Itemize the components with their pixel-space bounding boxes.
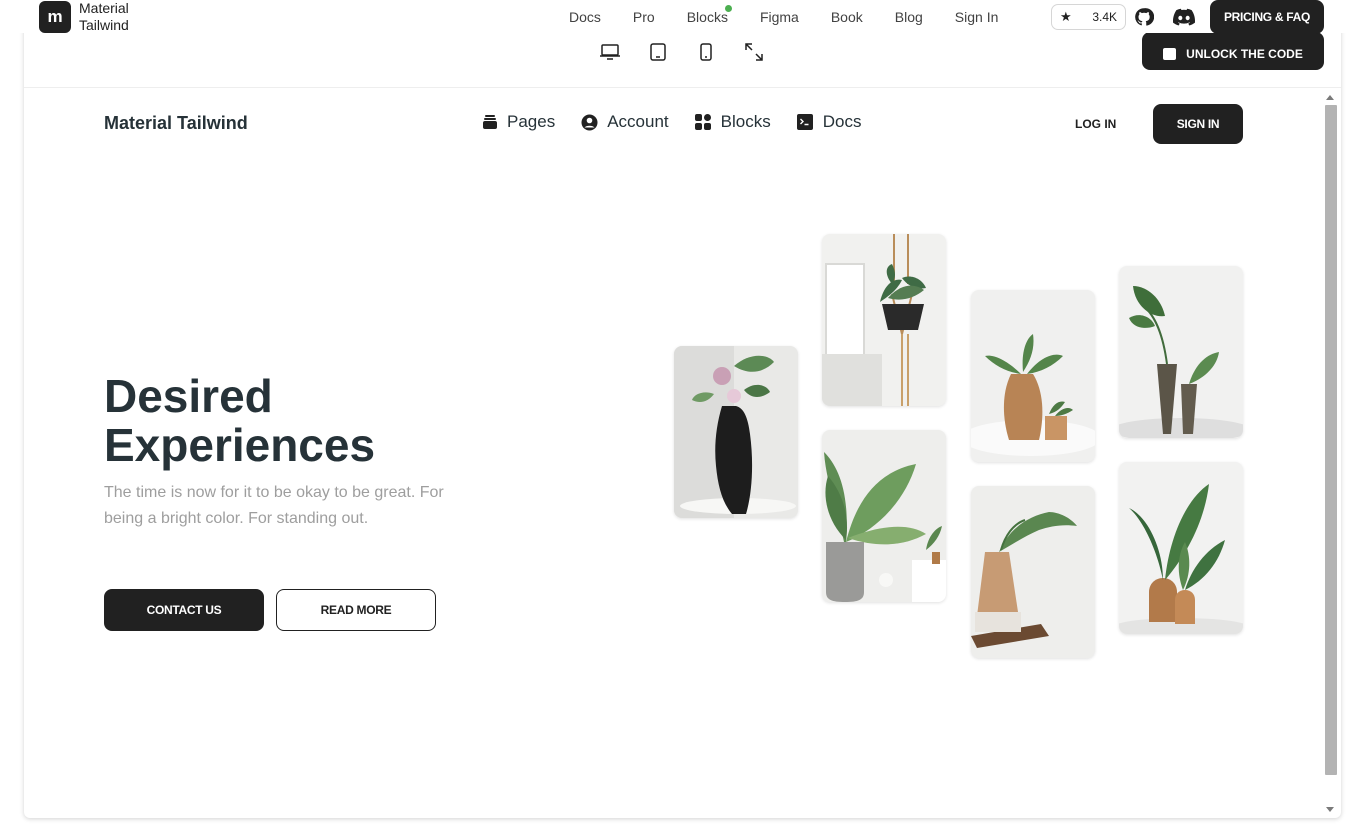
scroll-up-arrow-icon[interactable]	[1326, 95, 1334, 100]
unlock-code-button[interactable]: UNLOCK THE CODE	[1142, 32, 1324, 70]
github-icon[interactable]	[1133, 6, 1155, 28]
gallery-image-monstera	[1119, 266, 1243, 438]
nav-sign-in[interactable]: Sign In	[939, 9, 1015, 25]
fullscreen-icon[interactable]	[743, 42, 765, 62]
gallery-image-bird-of-paradise	[1119, 462, 1243, 634]
user-circle-icon	[581, 114, 598, 131]
discord-icon[interactable]	[1173, 6, 1195, 28]
brand-logo: m	[39, 1, 71, 33]
nav-figma[interactable]: Figma	[744, 9, 815, 25]
contact-us-button[interactable]: CONTACT US	[104, 589, 264, 631]
nav-blocks-label: Blocks	[686, 8, 728, 25]
gallery-image-fern-vase	[971, 486, 1095, 658]
hero-title: Desired Experiences	[104, 370, 376, 471]
nav-pro[interactable]: Pro	[617, 9, 671, 25]
pricing-faq-button[interactable]: PRICING & FAQ	[1210, 0, 1324, 34]
top-nav: Docs Pro Blocks Figma Book Blog Sign In	[553, 0, 1014, 33]
scroll-down-arrow-icon[interactable]	[1326, 807, 1334, 812]
preview-frame: UNLOCK THE CODE Material Tailwind Pages …	[24, 20, 1341, 818]
nav-book[interactable]: Book	[815, 9, 879, 25]
hero-description: The time is now for it to be okay to be …	[104, 484, 444, 527]
stars-count: 3.4K	[1092, 10, 1117, 24]
nav-docs[interactable]: Docs	[553, 9, 617, 25]
squares-icon	[695, 114, 712, 131]
rectangle-stack-icon	[481, 114, 498, 131]
page-menu: Pages Account Blocks Docs	[481, 112, 861, 132]
menu-item-label: Pages	[507, 112, 556, 131]
lock-icon	[1163, 48, 1177, 60]
menu-item-label: Account	[607, 112, 669, 131]
terminal-icon	[797, 114, 814, 131]
gallery-image-leafy-plant	[822, 430, 946, 602]
log-in-button[interactable]: LOG IN	[1075, 117, 1116, 131]
menu-item-docs[interactable]: Docs	[797, 112, 862, 132]
menu-item-pages[interactable]: Pages	[481, 112, 555, 132]
nav-blog[interactable]: Blog	[879, 9, 939, 25]
read-more-button[interactable]: READ MORE	[276, 589, 436, 631]
github-stars-button[interactable]: ★ 3.4K	[1051, 4, 1126, 30]
mobile-icon[interactable]	[695, 42, 717, 62]
site-header: m Material Tailwind Docs Pro Blocks Figm…	[0, 0, 1368, 34]
brand-name: Material Tailwind	[79, 0, 129, 33]
desktop-icon[interactable]	[599, 42, 621, 62]
unlock-code-label: UNLOCK THE CODE	[1186, 47, 1303, 61]
star-icon: ★	[1060, 9, 1072, 24]
scrollbar-thumb[interactable]	[1325, 105, 1337, 775]
vertical-scrollbar[interactable]	[1323, 89, 1337, 818]
page-navbar: Material Tailwind Pages Account Blocks D…	[24, 88, 1324, 158]
page-brand[interactable]: Material Tailwind	[104, 113, 248, 134]
new-indicator-dot	[724, 4, 732, 12]
brand[interactable]: m Material Tailwind	[39, 0, 139, 34]
gallery-image-face-vase	[674, 346, 798, 518]
menu-item-label: Blocks	[720, 112, 771, 131]
menu-item-blocks[interactable]: Blocks	[695, 112, 771, 132]
sign-in-button[interactable]: SIGN IN	[1153, 104, 1243, 144]
tablet-icon[interactable]	[647, 42, 669, 62]
gallery-image-wooden-vases	[971, 290, 1095, 462]
menu-item-label: Docs	[822, 112, 862, 131]
menu-item-account[interactable]: Account	[581, 112, 669, 132]
nav-blocks[interactable]: Blocks	[671, 4, 744, 25]
gallery-image-hanging-plant	[822, 234, 946, 406]
